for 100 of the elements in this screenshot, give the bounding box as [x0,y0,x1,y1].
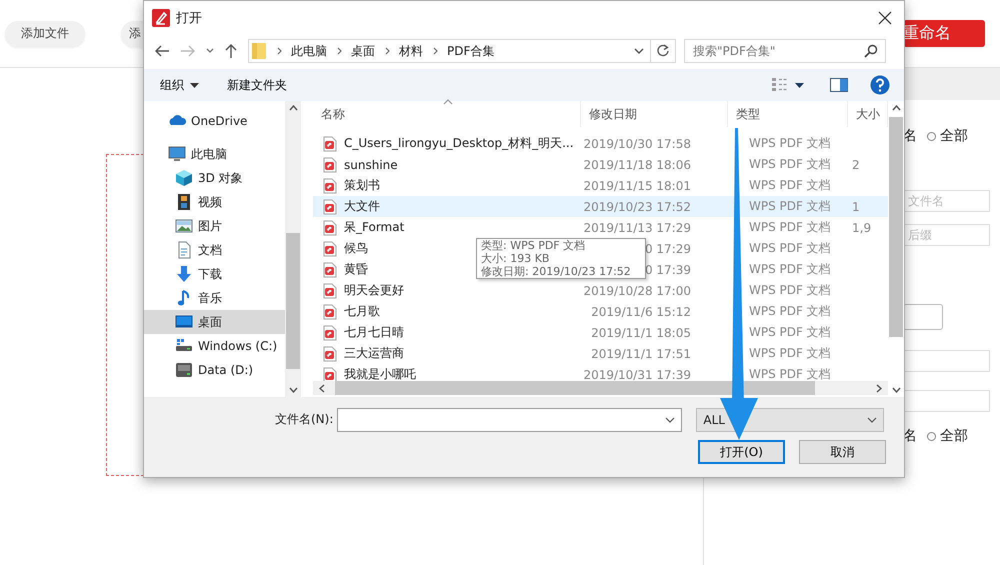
file-type: WPS PDF 文档 [749,198,831,215]
file-date: 2019/11/15 18:01 [583,178,691,192]
nav-item[interactable]: Windows (C:) [144,334,285,358]
file-date: 2019/11/1 18:05 [591,326,691,340]
file-name[interactable]: 候鸟 [344,240,368,257]
close-icon[interactable] [878,11,892,25]
tooltip-text: 大小: 193 KB [481,252,550,265]
new-folder-button[interactable]: 新建文件夹 [227,76,287,94]
up-icon[interactable] [224,43,238,59]
field-label: 文件名(N): [275,411,334,428]
pdf-file-icon [323,346,337,362]
chevron-down-icon [867,416,878,422]
file-name[interactable]: 策划书 [344,177,380,194]
input-field[interactable]: 文件名 [903,190,990,212]
scroll-up-icon[interactable] [288,105,298,111]
file-date: 2019/11/13 17:29 [583,220,691,234]
chevron-right-icon [385,47,391,55]
address-bar[interactable]: 此电脑 桌面 材料 PDF合集 [248,39,676,63]
rename-button[interactable]: 重命名 [903,20,985,47]
scrollbar-thumb[interactable] [286,233,300,369]
sort-up-icon [443,99,453,105]
search-field[interactable]: 搜索"PDF合集" [684,39,886,63]
pdf-file-icon [323,136,337,152]
nav-item[interactable]: 3D 对象 [144,166,285,190]
breadcrumb-item[interactable]: 桌面 [351,42,375,60]
chevron-down-icon[interactable] [206,48,214,54]
scrollbar[interactable] [313,381,888,395]
scrollbar-thumb[interactable] [889,117,903,337]
file-date: 0 17:39 [644,262,691,276]
file-name[interactable]: 明天会更好 [344,282,404,299]
radio-button[interactable]: 全部 [927,127,968,145]
file-name[interactable]: C_Users_lirongyu_Desktop_材料_明天... [344,135,574,152]
file-name[interactable]: 黄昏 [344,261,368,278]
scroll-left-icon[interactable] [319,384,325,392]
file-date: 2019/10/23 17:52 [583,200,691,214]
chevron-down-icon[interactable] [634,48,644,54]
nav-item[interactable]: 下载 [144,262,285,286]
file-type: WPS PDF 文档 [749,135,831,152]
input-field[interactable] [903,350,990,372]
name-column-header[interactable]: 名称 [313,101,581,127]
breadcrumb-item[interactable]: 此电脑 [291,42,327,60]
input-field[interactable] [903,390,990,412]
preview-pane-icon[interactable] [830,78,848,92]
scrollbar-thumb[interactable] [335,381,815,395]
scroll-right-icon[interactable] [876,384,882,392]
file-size: 1 [852,200,860,214]
nav-item[interactable]: Data (D:) [144,358,285,382]
tooltip-text: 修改日期: 2019/10/23 17:52 [481,265,632,278]
chevron-right-icon [337,47,343,55]
nav-item[interactable]: 视频 [144,190,285,214]
back-icon[interactable] [154,44,170,58]
pdf-file-icon [323,220,337,236]
input-field[interactable]: 后缀 [903,224,990,246]
scroll-up-icon[interactable] [892,105,900,111]
dropdown-icon[interactable] [795,82,804,88]
file-name[interactable]: 大文件 [344,198,380,215]
file-date: 2019/11/18 18:06 [583,158,691,172]
image-icon [175,217,193,235]
organize-menu[interactable]: 组织 [160,76,199,94]
help-icon[interactable] [870,75,890,95]
breadcrumb-item[interactable]: PDF合集 [447,42,494,60]
scrollbar[interactable] [285,101,301,397]
radio-button[interactable]: 全部 [927,427,968,445]
file-name[interactable]: 呆_Format [344,219,404,236]
file-type-dropdown[interactable]: ALL [696,408,884,432]
open-button[interactable]: 打开(O) [698,440,785,464]
scroll-down-icon[interactable] [288,387,298,393]
chevron-down-icon [665,416,676,422]
nav-item[interactable]: 音乐 [144,286,285,310]
cancel-button[interactable]: 取消 [799,440,886,464]
search-icon[interactable] [864,44,878,58]
file-name[interactable]: 三大运营商 [344,345,404,362]
nav-item[interactable]: 图片 [144,214,285,238]
nav-item[interactable]: 此电脑 [144,142,285,166]
pdf-file-icon [323,366,337,381]
file-date: 2019/10/28 17:00 [583,284,691,298]
breadcrumb-item[interactable]: 材料 [399,42,423,60]
pdf-file-icon [323,324,337,340]
file-name[interactable]: 七月七日晴 [344,324,404,341]
monitor-icon [168,145,186,163]
file-name[interactable]: 我就是小哪吒 [344,366,416,381]
file-name[interactable]: sunshine [344,158,398,172]
option-label: 名 [903,127,917,145]
date-column-header[interactable]: 修改日期 [581,101,728,127]
scroll-down-icon[interactable] [892,387,900,393]
pdf-file-icon [323,304,337,320]
cube-icon [175,169,193,187]
file-date: 2019/10/30 17:58 [583,136,691,150]
nav-item[interactable]: 桌面 [144,310,285,334]
nav-item[interactable]: OneDrive [144,109,285,133]
view-options-icon[interactable] [771,77,789,93]
file-name[interactable]: 七月歌 [344,303,380,320]
chevron-right-icon [433,47,439,55]
file-type: WPS PDF 文档 [749,240,831,257]
scrollbar[interactable] [888,101,904,397]
filename-field[interactable] [337,408,682,432]
type-column-header[interactable]: 类型 [728,101,848,127]
nav-item[interactable]: 文档 [144,238,285,262]
add-file-button[interactable]: 添加文件 [5,20,85,46]
file-type: WPS PDF 文档 [749,366,831,381]
